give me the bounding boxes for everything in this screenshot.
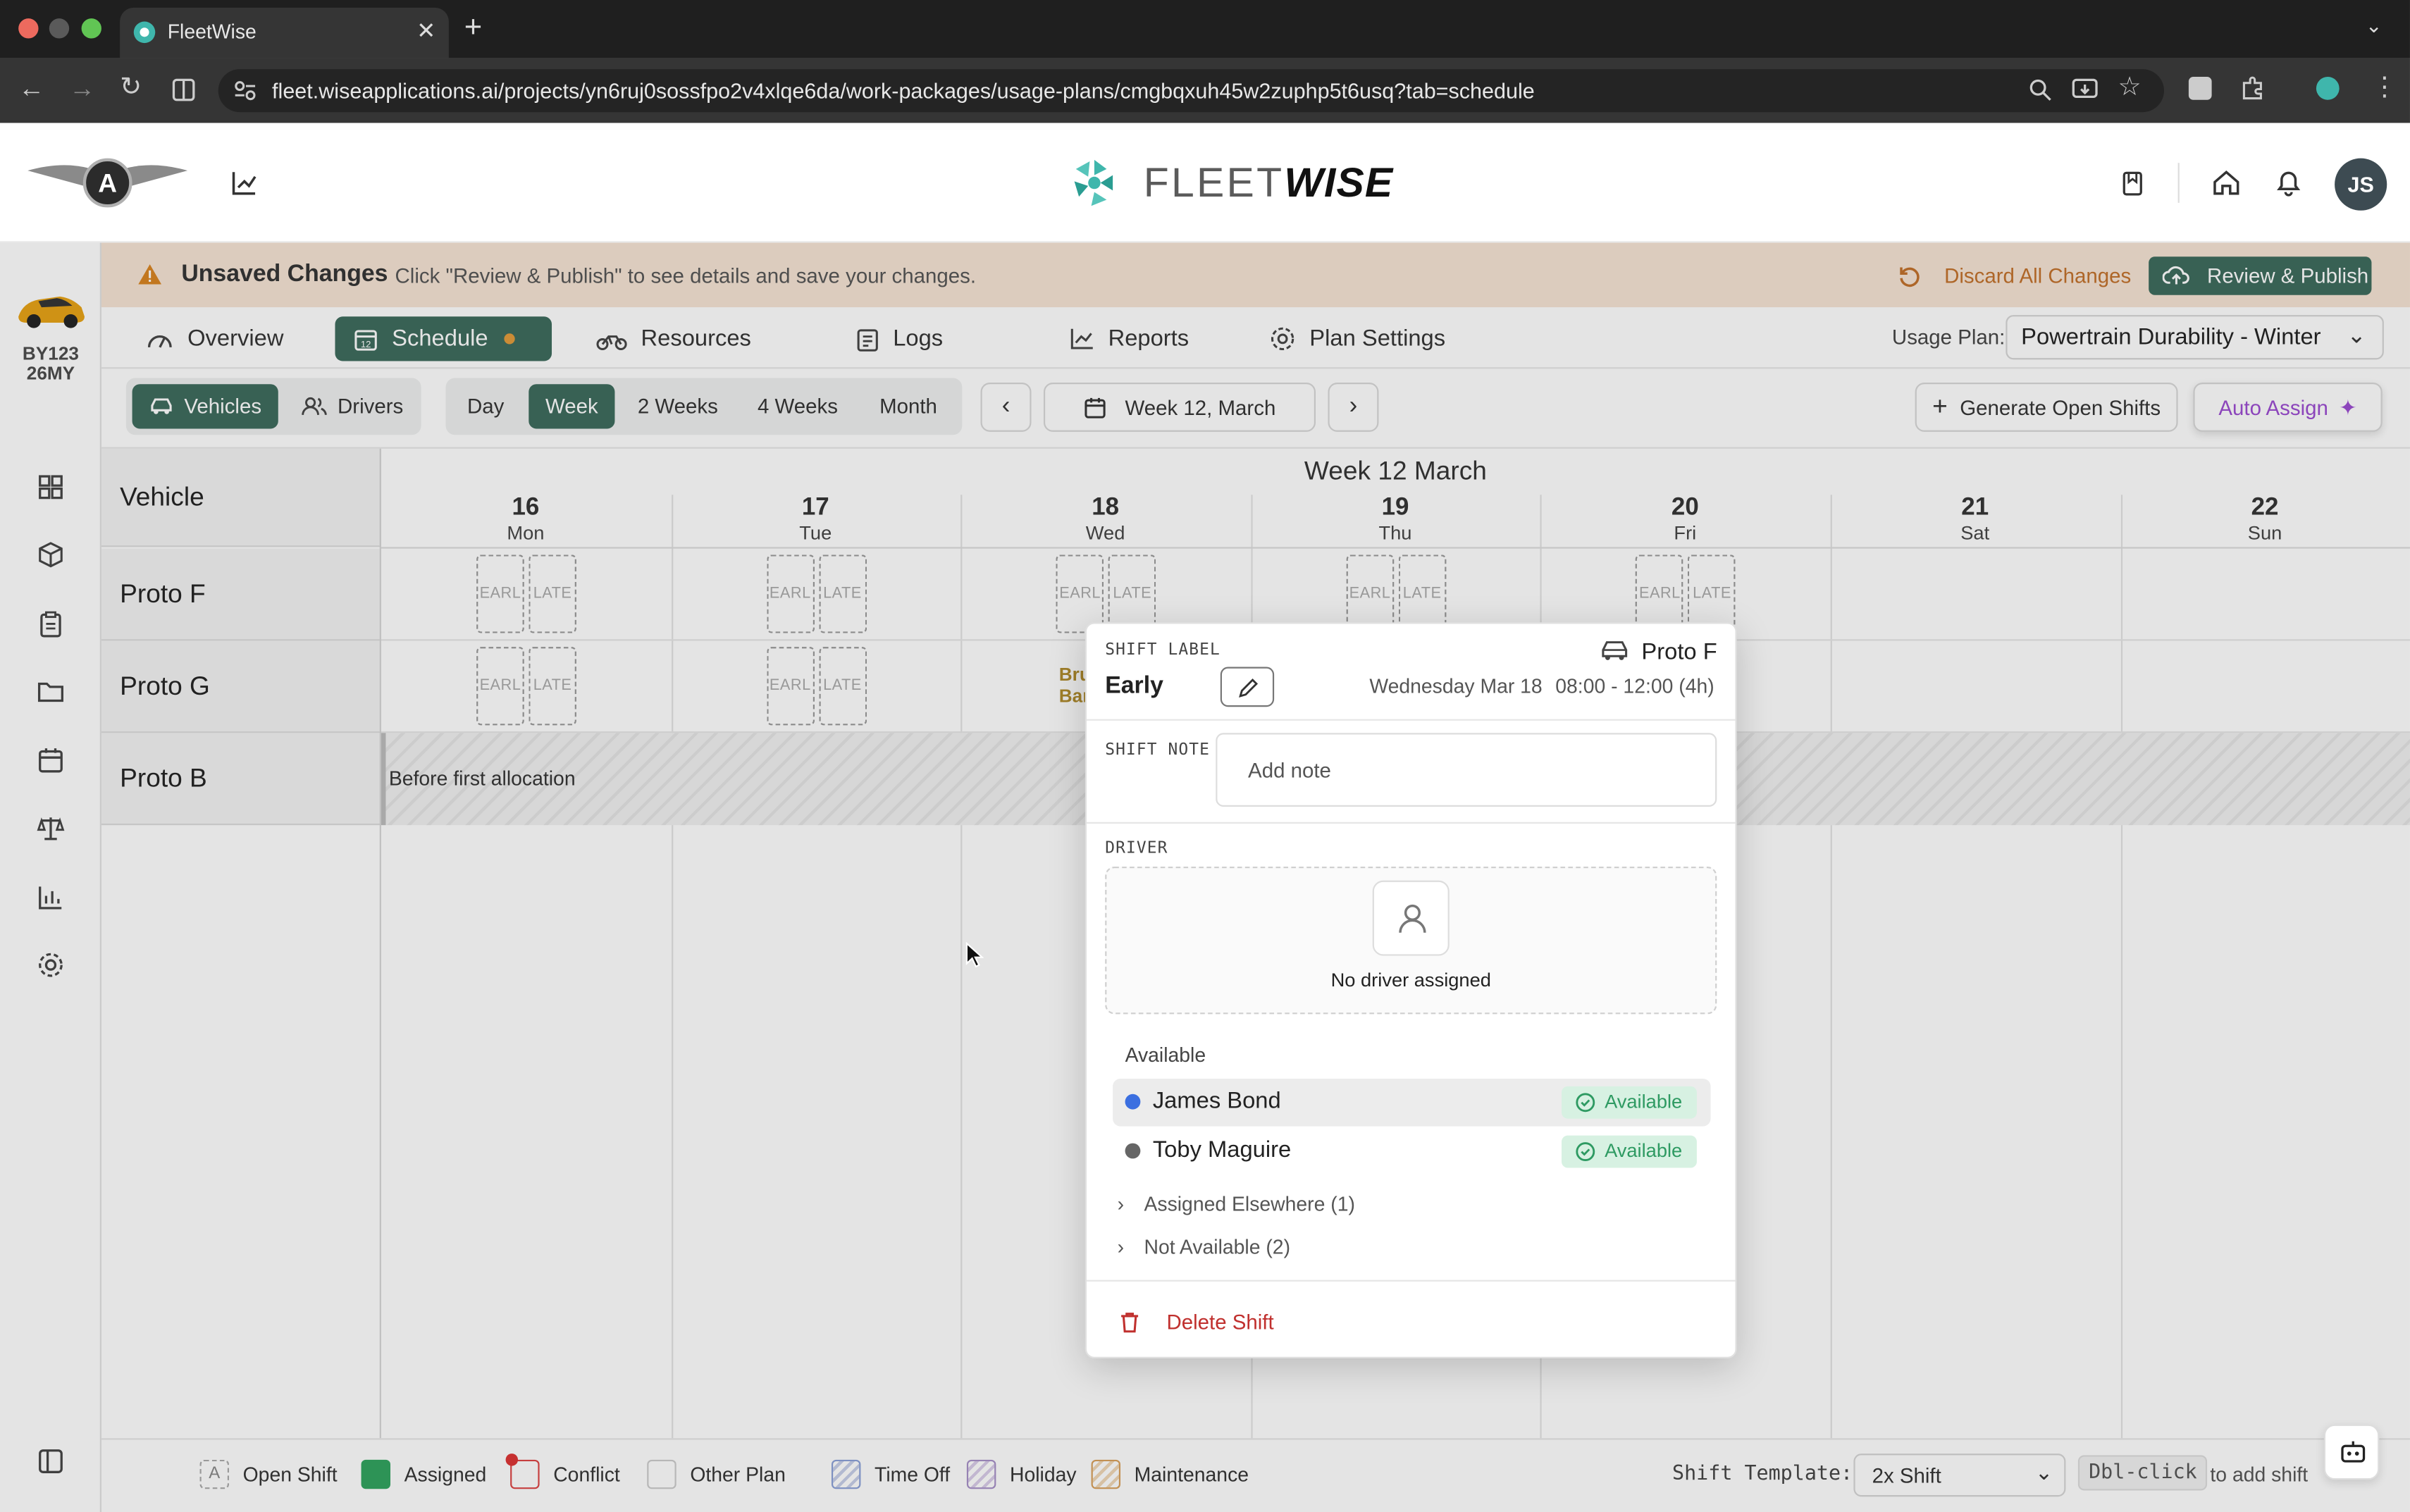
close-window-icon[interactable] [18, 18, 39, 39]
install-app-icon[interactable] [2072, 77, 2098, 101]
not-available-label: Not Available (2) [1144, 1234, 1291, 1258]
not-available-toggle[interactable]: › Not Available (2) [1118, 1232, 1290, 1260]
profile-extension-icon[interactable] [2315, 75, 2341, 101]
brand-wordmark: FLEETWISE [1144, 160, 1394, 208]
assistant-button[interactable] [2323, 1424, 2380, 1480]
address-bar[interactable]: fleet.wiseapplications.ai/projects/yn6ru… [218, 69, 2164, 113]
new-tab-icon[interactable]: + [464, 11, 482, 46]
check-circle-icon [1576, 1093, 1595, 1113]
screen: FleetWise ✕ + ⌄ ← → ↻ fleet.wiseapplicat… [0, 0, 2410, 1512]
shift-note-placeholder: Add note [1248, 759, 1331, 783]
browser-tab-bar: FleetWise ✕ + ⌄ [0, 0, 2410, 58]
divider [1087, 1279, 1736, 1282]
shift-note-input[interactable]: Add note [1216, 733, 1717, 807]
bookmark-star-icon[interactable]: ☆ [2118, 73, 2142, 104]
extensions-puzzle-icon[interactable] [2239, 75, 2266, 101]
pencil-icon [1239, 678, 1259, 698]
driver-color-dot [1125, 1143, 1141, 1159]
driver-name: James Bond [1152, 1088, 1281, 1115]
driver-color-dot [1125, 1093, 1141, 1110]
tab-list-icon[interactable]: ⌄ [2366, 14, 2383, 39]
split-view-icon[interactable] [172, 78, 195, 101]
check-circle-icon [1576, 1142, 1595, 1161]
mouse-cursor-icon [965, 941, 984, 968]
available-badge-text: Available [1605, 1140, 1683, 1162]
delete-shift-label: Delete Shift [1166, 1310, 1274, 1333]
chevron-right-icon: › [1117, 1234, 1125, 1258]
assigned-elsewhere-label: Assigned Elsewhere (1) [1144, 1191, 1355, 1215]
trash-icon [1121, 1312, 1139, 1332]
header-divider [2177, 163, 2180, 203]
driver-placeholder-avatar [1372, 880, 1450, 956]
wings-logo[interactable]: A [25, 152, 191, 213]
svg-text:A: A [98, 168, 117, 198]
analytics-icon[interactable] [230, 169, 258, 197]
popover-vehicle: Proto F [1641, 639, 1717, 666]
maximize-window-icon[interactable] [81, 18, 101, 39]
fleetwise-logo-icon [1074, 159, 1113, 206]
brand-light: FLEET [1143, 159, 1285, 206]
shift-label-title: SHIFT LABEL [1105, 640, 1221, 659]
driver-option-toby-maguire[interactable]: Toby Maguire Available [1113, 1128, 1710, 1176]
chevron-right-icon: › [1117, 1191, 1125, 1215]
delete-shift-button[interactable]: Delete Shift [1119, 1308, 1274, 1335]
zoom-icon[interactable] [2029, 78, 2052, 101]
shift-note-title: SHIFT NOTE [1105, 740, 1211, 760]
browser-menu-icon[interactable]: ⋮ [2371, 73, 2397, 104]
shift-date: Wednesday Mar 18 [1369, 674, 1543, 698]
minimize-window-icon[interactable] [49, 18, 70, 39]
reload-icon[interactable]: ↻ [120, 73, 142, 104]
assigned-elsewhere-toggle[interactable]: › Assigned Elsewhere (1) [1118, 1189, 1355, 1217]
available-badge: Available [1561, 1135, 1697, 1168]
extension-icon[interactable] [2188, 77, 2212, 100]
driver-name: Toby Maguire [1152, 1136, 1292, 1163]
back-icon[interactable]: ← [18, 74, 44, 105]
bookmarks-icon[interactable] [2121, 171, 2144, 197]
divider [1087, 719, 1736, 721]
no-driver-text: No driver assigned [1330, 969, 1491, 991]
home-icon[interactable] [2212, 169, 2241, 197]
edit-label-button[interactable] [1220, 667, 1275, 707]
divider [1087, 822, 1736, 824]
shift-label-value: Early [1105, 673, 1163, 700]
site-settings-icon[interactable] [234, 80, 257, 101]
shift-popover: SHIFT LABEL Early Proto F Wednesday Mar … [1084, 622, 1737, 1358]
fleetwise-favicon [133, 21, 156, 44]
browser-tab[interactable]: FleetWise ✕ [120, 7, 449, 58]
tab-title: FleetWise [167, 20, 257, 44]
driver-title: DRIVER [1105, 838, 1168, 857]
shift-time: 08:00 - 12:00 (4h) [1555, 674, 1714, 698]
available-title: Available [1125, 1043, 1206, 1067]
available-badge-text: Available [1605, 1091, 1683, 1113]
user-avatar[interactable]: JS [2335, 158, 2387, 211]
brand-bold: WISE [1284, 159, 1394, 206]
driver-drop-zone[interactable]: No driver assigned [1105, 867, 1717, 1015]
close-tab-icon[interactable]: ✕ [416, 17, 435, 44]
car-icon [1602, 641, 1628, 660]
url-text: fleet.wiseapplications.ai/projects/yn6ru… [272, 78, 1535, 104]
forward-icon[interactable]: → [69, 74, 95, 105]
bot-icon [2341, 1441, 2366, 1463]
driver-option-james-bond[interactable]: James Bond Available [1113, 1078, 1711, 1127]
bell-icon[interactable] [2275, 168, 2302, 197]
user-icon [1399, 904, 1426, 933]
available-badge: Available [1561, 1086, 1697, 1119]
